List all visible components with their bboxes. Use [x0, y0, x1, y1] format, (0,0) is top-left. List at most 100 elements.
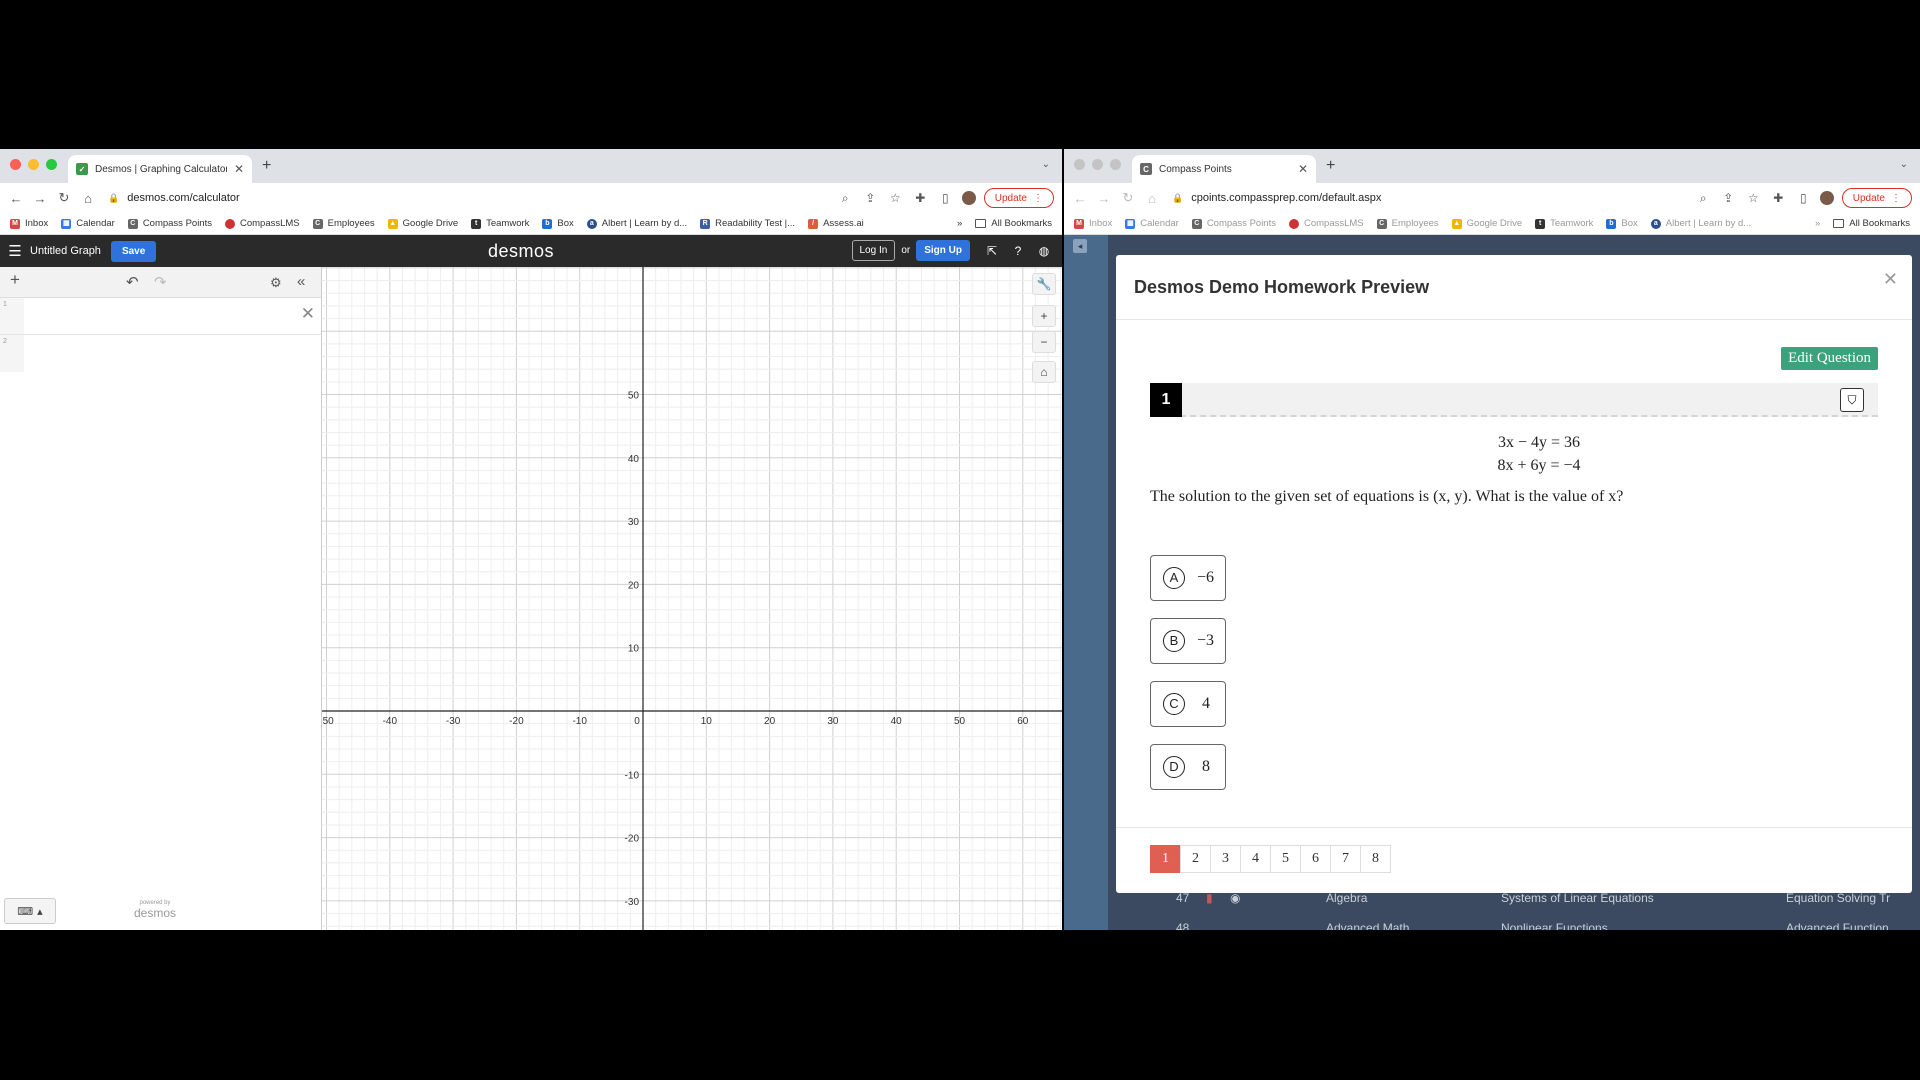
- zoom-in-icon[interactable]: +: [1032, 305, 1056, 327]
- side-panel-icon[interactable]: ▯: [933, 191, 958, 205]
- more-bookmarks-button[interactable]: »: [1815, 218, 1820, 229]
- zoom-window-button[interactable]: [1110, 159, 1121, 170]
- login-button[interactable]: Log In: [851, 240, 896, 261]
- language-globe-icon[interactable]: ◍: [1034, 244, 1054, 258]
- bookmark-teamwork[interactable]: t Teamwork: [1535, 218, 1593, 229]
- share-icon[interactable]: ⇪: [1716, 191, 1741, 205]
- home-icon[interactable]: ⌂: [1140, 191, 1164, 206]
- bookmark-compass-points[interactable]: C Compass Points: [127, 218, 212, 229]
- page-button-8[interactable]: 8: [1360, 845, 1391, 873]
- close-modal-icon[interactable]: ✕: [1883, 269, 1898, 290]
- profile-avatar[interactable]: [961, 191, 976, 205]
- page-button-2[interactable]: 2: [1180, 845, 1211, 873]
- address-bar[interactable]: 🔒 cpoints.compassprep.com/default.aspx: [1172, 187, 1691, 209]
- close-window-button[interactable]: [10, 159, 21, 170]
- zoom-window-button[interactable]: [46, 159, 57, 170]
- bookmark-google-drive[interactable]: ▲ Google Drive: [1451, 218, 1522, 229]
- expression-row[interactable]: 1 ✕: [0, 298, 321, 335]
- bookmark-readability[interactable]: R Readability Test |...: [700, 218, 795, 229]
- answer-choice-b[interactable]: B −3: [1150, 618, 1226, 664]
- graph-grid[interactable]: -50 -40 -30 -20 -10 0 10 20 30 40 50 60 50 40 30 20 10 -1…: [319, 267, 1062, 930]
- bookmark-teamwork[interactable]: t Teamwork: [471, 218, 529, 229]
- close-window-button[interactable]: [1074, 159, 1085, 170]
- bookmark-inbox[interactable]: M Inbox: [1074, 218, 1112, 229]
- expression-row[interactable]: 2: [0, 335, 321, 372]
- bookmark-albert[interactable]: a Albert | Learn by d...: [586, 218, 687, 229]
- forward-icon[interactable]: →: [28, 191, 52, 206]
- all-bookmarks-button[interactable]: All Bookmarks: [1833, 218, 1920, 229]
- undo-icon[interactable]: ↶: [126, 273, 139, 291]
- star-icon[interactable]: ☆: [1741, 191, 1766, 205]
- zoom-icon[interactable]: ⌕: [1691, 191, 1716, 206]
- bookmark-employees[interactable]: C Employees: [1376, 218, 1439, 229]
- share-graph-icon[interactable]: ⇱: [982, 244, 1002, 258]
- save-button[interactable]: Save: [110, 240, 157, 262]
- settings-gear-icon[interactable]: ⚙: [270, 275, 282, 291]
- tab-search-chevron-icon[interactable]: ⌄: [1900, 159, 1908, 170]
- star-icon[interactable]: ☆: [883, 191, 908, 205]
- bookmark-inbox[interactable]: M Inbox: [10, 218, 48, 229]
- bookmark-compass-points[interactable]: C Compass Points: [1191, 218, 1276, 229]
- zoom-icon[interactable]: ⌕: [833, 191, 858, 206]
- profile-avatar[interactable]: [1819, 191, 1834, 205]
- default-viewport-home-icon[interactable]: ⌂: [1032, 361, 1056, 383]
- bookmark-compasslms[interactable]: CompassLMS: [1288, 218, 1364, 229]
- bookmark-icon[interactable]: ⛉: [1840, 388, 1864, 412]
- bookmark-box[interactable]: b Box: [542, 218, 574, 229]
- page-button-5[interactable]: 5: [1270, 845, 1301, 873]
- signup-button[interactable]: Sign Up: [916, 240, 970, 261]
- update-button[interactable]: Update ⋮: [983, 188, 1054, 208]
- new-tab-button[interactable]: +: [262, 157, 271, 175]
- wrench-settings-icon[interactable]: 🔧: [1032, 273, 1056, 295]
- close-tab-icon[interactable]: ✕: [234, 162, 244, 176]
- back-icon[interactable]: ←: [1068, 191, 1092, 206]
- bookmark-employees[interactable]: C Employees: [312, 218, 375, 229]
- reload-icon[interactable]: ↻: [52, 190, 76, 206]
- reload-icon[interactable]: ↻: [1116, 190, 1140, 206]
- minimize-window-button[interactable]: [28, 159, 39, 170]
- redo-icon[interactable]: ↷: [154, 273, 167, 291]
- sidebar-toggle-icon[interactable]: ◂: [1073, 239, 1087, 253]
- answer-choice-c[interactable]: C4: [1150, 681, 1226, 727]
- side-panel-icon[interactable]: ▯: [1791, 191, 1816, 205]
- bookmark-google-drive[interactable]: ▲ Google Drive: [387, 218, 458, 229]
- keypad-toggle-button[interactable]: ⌨ ▴: [4, 898, 56, 924]
- bookmark-albert[interactable]: a Albert | Learn by d...: [1650, 218, 1751, 229]
- address-bar[interactable]: 🔒 desmos.com/calculator: [108, 187, 833, 209]
- hamburger-menu-icon[interactable]: ☰: [0, 242, 30, 260]
- graph-title[interactable]: Untitled Graph: [30, 245, 101, 257]
- page-button-4[interactable]: 4: [1240, 845, 1271, 873]
- page-button-6[interactable]: 6: [1300, 845, 1331, 873]
- all-bookmarks-button[interactable]: All Bookmarks: [975, 218, 1062, 229]
- delete-expression-icon[interactable]: ✕: [301, 304, 315, 324]
- zoom-out-icon[interactable]: −: [1032, 331, 1056, 353]
- graph-paper[interactable]: -50 -40 -30 -20 -10 0 10 20 30 40 50 60 50 40 30 20 10 -1…: [319, 267, 1062, 930]
- bookmark-assess[interactable]: / Assess.ai: [808, 218, 864, 229]
- home-icon[interactable]: ⌂: [76, 191, 100, 206]
- tab-search-chevron-icon[interactable]: ⌄: [1042, 159, 1050, 170]
- bookmark-calendar[interactable]: ▦ Calendar: [61, 218, 115, 229]
- collapse-list-icon[interactable]: «: [297, 273, 305, 290]
- edit-question-button[interactable]: Edit Question: [1781, 347, 1878, 370]
- tab-desmos[interactable]: ✓ Desmos | Graphing Calculator ✕: [68, 155, 252, 183]
- new-tab-button[interactable]: +: [1326, 157, 1335, 175]
- help-icon[interactable]: ?: [1008, 244, 1028, 258]
- extensions-icon[interactable]: ✚: [908, 191, 933, 205]
- answer-choice-a[interactable]: A −6: [1150, 555, 1226, 601]
- bookmark-box[interactable]: b Box: [1606, 218, 1638, 229]
- page-button-1[interactable]: 1: [1150, 845, 1181, 873]
- minimize-window-button[interactable]: [1092, 159, 1103, 170]
- tab-compass-points[interactable]: C Compass Points ✕: [1132, 155, 1316, 183]
- more-bookmarks-button[interactable]: »: [957, 218, 962, 229]
- answer-choice-d[interactable]: D8: [1150, 744, 1226, 790]
- bookmark-compasslms[interactable]: CompassLMS: [224, 218, 300, 229]
- page-button-3[interactable]: 3: [1210, 845, 1241, 873]
- update-button[interactable]: Update ⋮: [1841, 188, 1912, 208]
- share-icon[interactable]: ⇪: [858, 191, 883, 205]
- add-item-icon[interactable]: +: [10, 270, 20, 290]
- page-button-7[interactable]: 7: [1330, 845, 1361, 873]
- close-tab-icon[interactable]: ✕: [1298, 162, 1308, 176]
- back-icon[interactable]: ←: [4, 191, 28, 206]
- bookmark-calendar[interactable]: ▦ Calendar: [1125, 218, 1179, 229]
- extensions-icon[interactable]: ✚: [1766, 191, 1791, 205]
